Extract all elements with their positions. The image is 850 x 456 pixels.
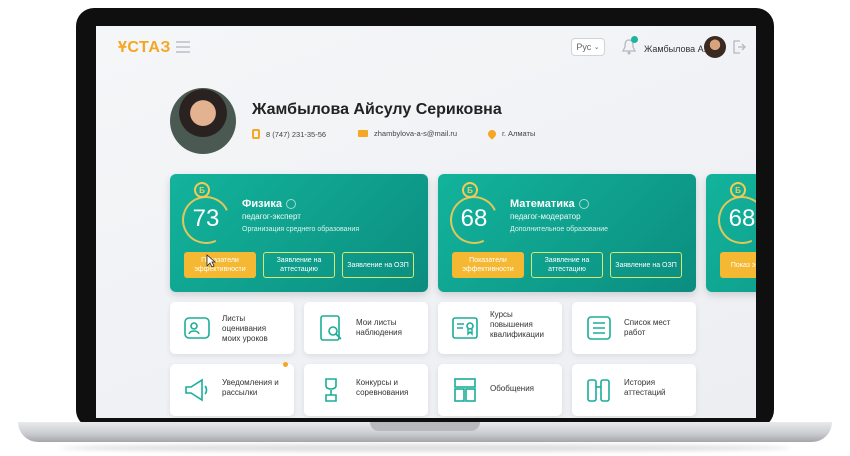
layers-icon — [454, 378, 476, 402]
trophy-icon — [325, 378, 337, 402]
subject-card-physics[interactable]: Б 73 Физика педагог-эксперт Организация … — [170, 174, 428, 292]
tile-generalizations[interactable]: Обобщения — [438, 364, 562, 416]
info-icon[interactable] — [578, 199, 589, 210]
score-value: 68 — [728, 205, 756, 232]
archive-icon — [587, 379, 610, 402]
profile-city: г. Алматы — [486, 127, 536, 140]
tile-observation-sheets[interactable]: Мои листы наблюдения — [304, 302, 428, 354]
user-name[interactable]: Жамбылова А. — [644, 44, 706, 54]
subject-card-math[interactable]: Б 68 Математика педагог-модератор Дополн… — [438, 174, 696, 292]
subject-title: Математика — [510, 198, 589, 210]
performance-button[interactable]: Показатели эффективности — [184, 252, 256, 278]
phone-icon — [252, 129, 260, 139]
tile-attestation-history[interactable]: История аттестаций — [572, 364, 696, 416]
notification-dot — [631, 36, 638, 43]
language-select[interactable]: Рус ⌄ — [571, 38, 605, 56]
score-value: 73 — [192, 205, 220, 232]
email-text: zhambylova-a-s@mail.ru — [374, 129, 458, 138]
language-label: Рус — [576, 42, 592, 52]
tile-label: Листы оценивания моих уроков — [222, 314, 268, 343]
ozp-application-button[interactable]: Заявление на ОЗП — [610, 252, 682, 278]
profile-photo — [170, 88, 236, 154]
menu-icon[interactable] — [176, 41, 190, 53]
app-screen: ҰСТАЗ Рус ⌄ Жамбылова А. Жамбылова Айсул… — [96, 26, 756, 418]
location-pin-icon — [486, 127, 498, 140]
organization-type: Организация среднего образования — [242, 226, 360, 233]
top-bar: ҰСТАЗ Рус ⌄ Жамбылова А. — [96, 26, 756, 72]
performance-button[interactable]: Показ эффекти — [720, 252, 756, 278]
tile-qualification-courses[interactable]: Курсы повышения квалификации — [438, 302, 562, 354]
tile-label: Курсы повышения квалификации — [490, 310, 544, 339]
performance-button[interactable]: Показатели эффективности — [452, 252, 524, 278]
logout-icon[interactable] — [732, 40, 746, 54]
user-card-icon — [184, 317, 210, 339]
user-avatar[interactable] — [704, 36, 726, 58]
ozp-application-button[interactable]: Заявление на ОЗП — [342, 252, 414, 278]
certificate-icon — [452, 317, 478, 339]
attestation-application-button[interactable]: Заявление на аттестацию — [263, 252, 335, 278]
laptop-notch — [370, 422, 480, 431]
subject-name: Математика — [510, 198, 575, 210]
city-text: г. Алматы — [502, 129, 536, 138]
mail-icon — [358, 130, 368, 137]
tile-label: История аттестаций — [624, 378, 666, 397]
profile-phone: 8 (747) 231-35-56 — [252, 129, 326, 139]
phone-text: 8 (747) 231-35-56 — [266, 129, 327, 139]
cursor-icon — [206, 254, 216, 268]
tile-label: Конкурсы и соревнования — [356, 378, 409, 397]
tile-competitions[interactable]: Конкурсы и соревнования — [304, 364, 428, 416]
info-icon[interactable] — [286, 199, 297, 210]
attestation-application-button[interactable]: Заявление на аттестацию — [531, 252, 603, 278]
teacher-role: педагог-эксперт — [242, 212, 301, 221]
app-logo[interactable]: ҰСТАЗ — [118, 39, 171, 57]
chevron-down-icon: ⌄ — [593, 44, 600, 51]
profile-email: zhambylova-a-s@mail.ru — [358, 129, 457, 138]
tile-label: Уведомления и рассылки — [222, 378, 279, 397]
tile-label: Список мест работ — [624, 318, 671, 337]
tile-notifications[interactable]: Уведомления и рассылки — [170, 362, 294, 416]
subject-card-partial[interactable]: Б 68 Показ эффекти — [706, 174, 756, 292]
subject-title: Физика — [242, 198, 297, 210]
megaphone-icon — [185, 378, 208, 402]
list-icon — [587, 316, 611, 340]
tile-label: Обобщения — [490, 384, 534, 393]
tile-label: Мои листы наблюдения — [356, 318, 402, 337]
laptop-shadow — [60, 444, 790, 452]
profile-name: Жамбылова Айсулу Сериковна — [252, 101, 502, 118]
tile-lesson-evaluations[interactable]: Листы оценивания моих уроков — [170, 302, 294, 354]
subject-name: Физика — [242, 198, 283, 210]
score-value: 68 — [460, 205, 488, 232]
new-indicator-dot — [283, 362, 288, 367]
search-document-icon — [320, 315, 342, 341]
teacher-role: педагог-модератор — [510, 212, 581, 221]
tile-workplaces[interactable]: Список мест работ — [572, 302, 696, 354]
organization-type: Дополнительное образование — [510, 226, 609, 233]
